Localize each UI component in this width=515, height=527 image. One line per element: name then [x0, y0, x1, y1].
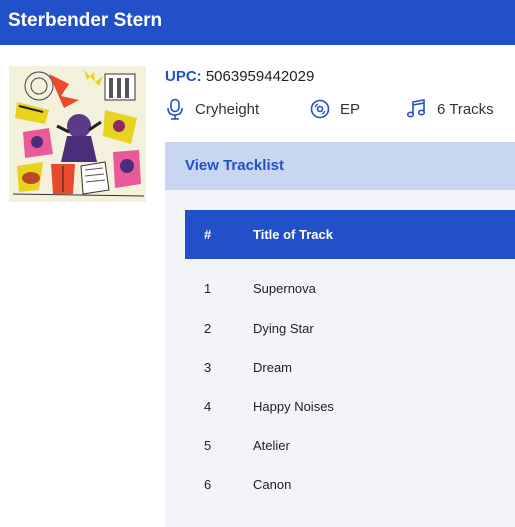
track-row: 2 Dying Star — [185, 321, 515, 360]
upc-value: 5063959442029 — [205, 68, 315, 85]
album-artwork-illustration — [9, 66, 146, 202]
track-number: 1 — [204, 281, 212, 296]
track-title: Dying Star — [253, 321, 314, 336]
track-title: Atelier — [253, 438, 290, 453]
track-row: 5 Atelier — [185, 438, 515, 477]
track-number: 4 — [204, 399, 212, 414]
column-header-number: # — [204, 227, 212, 242]
track-number: 6 — [204, 477, 212, 492]
view-tracklist-label[interactable]: View Tracklist — [185, 157, 284, 174]
release-format: EP — [340, 100, 361, 118]
track-number: 2 — [204, 321, 212, 336]
track-row: 6 Canon — [185, 477, 515, 516]
upc-line: UPC: 5063959442029 — [165, 68, 314, 85]
tracklist-header-row: # Title of Track — [185, 210, 515, 259]
track-row: 3 Dream — [185, 360, 515, 399]
microphone-icon — [167, 98, 183, 120]
music-notes-icon — [406, 99, 426, 118]
site-header: Sterbender Stern — [0, 0, 515, 45]
track-count-meta: 6 Tracks — [406, 98, 494, 120]
track-count: 6 Tracks — [437, 100, 494, 118]
upc-label: UPC: — [165, 68, 202, 85]
track-row: 4 Happy Noises — [185, 399, 515, 438]
album-cover-image — [9, 66, 146, 202]
release-title: Sterbender Stern — [8, 10, 163, 31]
format-meta: EP — [310, 98, 360, 120]
track-title: Dream — [253, 360, 293, 375]
column-header-title: Title of Track — [253, 227, 333, 242]
artist-meta: Cryheight — [165, 98, 259, 120]
track-title: Supernova — [253, 281, 316, 296]
disc-icon — [310, 99, 330, 119]
view-tracklist-toggle[interactable]: View Tracklist — [165, 142, 515, 190]
track-title: Happy Noises — [253, 399, 334, 414]
track-number: 5 — [204, 438, 212, 453]
track-number: 3 — [204, 360, 212, 375]
track-row: 1 Supernova — [185, 281, 515, 320]
track-title: Canon — [253, 477, 292, 492]
artist-name: Cryheight — [195, 100, 260, 118]
